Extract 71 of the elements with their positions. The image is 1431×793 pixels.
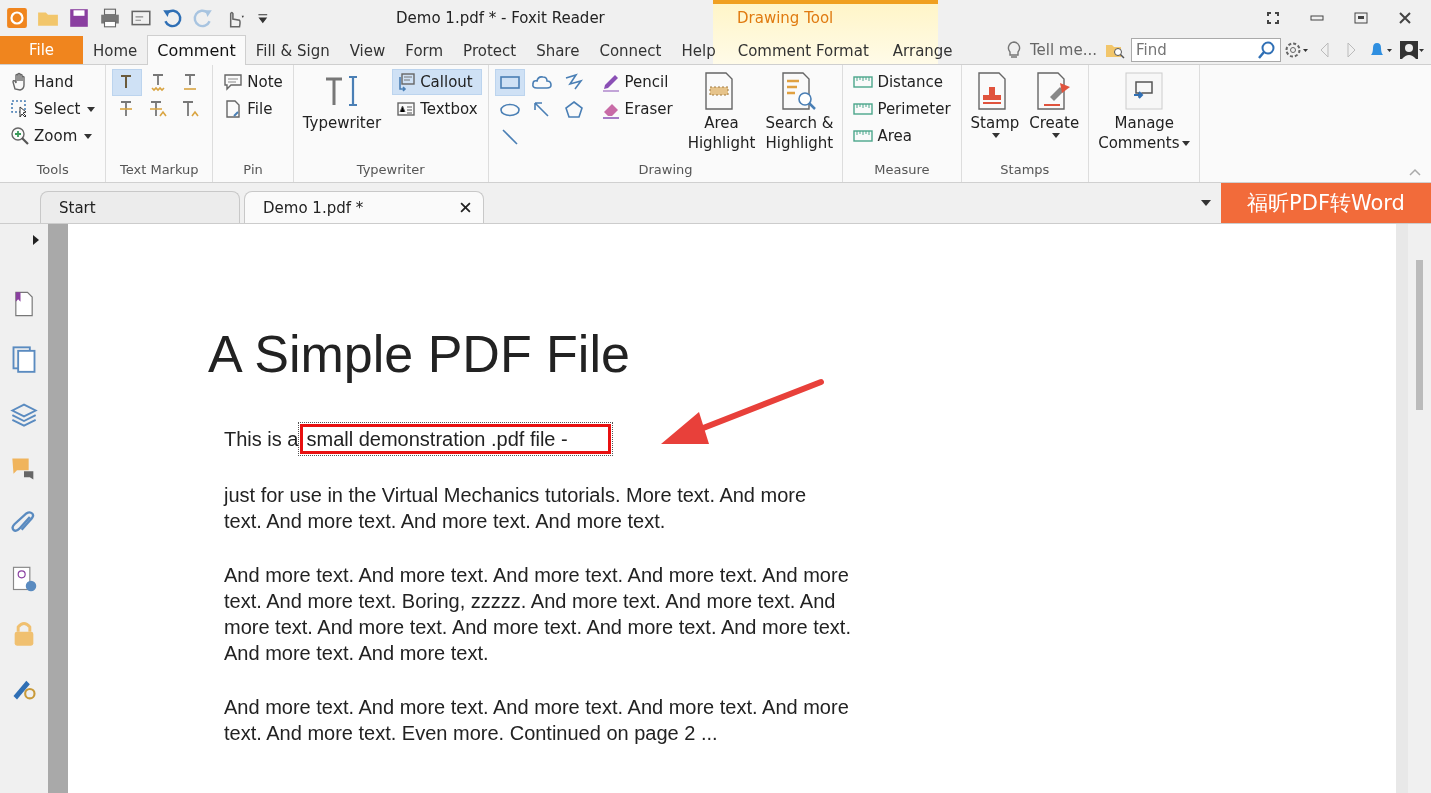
pencil-icon	[600, 72, 621, 92]
ribbon-tab[interactable]: Comment	[147, 35, 246, 65]
text-highlight-tool-button[interactable]	[112, 69, 143, 96]
tab-list-dropdown-icon[interactable]	[1201, 200, 1211, 206]
ribbon-tab[interactable]: Protect	[453, 36, 527, 64]
paragraph-text: This is a	[224, 427, 299, 451]
ribbon-tab[interactable]: Arrange	[880, 36, 965, 64]
ribbon-button[interactable]: Select	[6, 96, 100, 122]
ribbon-button[interactable]: Typewriter	[299, 69, 385, 162]
ribbon-button[interactable]: Area Highlight	[684, 69, 759, 162]
find-field[interactable]: Find	[1131, 38, 1281, 62]
ribbon-tab[interactable]: Help	[671, 36, 726, 64]
save-icon[interactable]	[68, 7, 90, 29]
ribbon-tab[interactable]: Fill & Sign	[245, 36, 340, 64]
ribbon-button[interactable]: Zoom	[6, 123, 100, 149]
ribbon-button[interactable]: Stamp	[967, 69, 1023, 162]
expand-panel-icon[interactable]	[32, 234, 40, 246]
ribbon-button[interactable]: Note	[219, 69, 287, 95]
signed-document-icon[interactable]	[10, 565, 38, 593]
ribbon-button[interactable]: Distance	[849, 69, 955, 95]
paragraph-text: And more text. And more text. And more text. And more text. And more text. And more text. Boring, zzzzz. And more text. And more text. And more text. And more text. And more text. And more text. And more text. And more text. And more text.	[224, 563, 852, 666]
group-label: Tools	[35, 162, 70, 179]
ribbon-tab[interactable]: View	[339, 36, 396, 64]
undo-icon[interactable]	[161, 7, 183, 29]
note-icon	[223, 72, 244, 92]
document-title: A Simple PDF File	[208, 324, 631, 384]
document-tab[interactable]: Demo 1.pdf *	[244, 191, 484, 223]
manage-comments-icon	[1124, 71, 1165, 111]
restore-icon[interactable]	[1353, 10, 1369, 26]
collapse-ribbon-icon[interactable]	[1409, 168, 1421, 176]
ribbon-tab[interactable]: Share	[526, 36, 590, 64]
group-label: Stamps	[999, 162, 1051, 179]
ribbon-tab[interactable]: Connect	[589, 36, 672, 64]
ribbon-button[interactable]: Hand	[6, 69, 100, 95]
group-label: Drawing	[637, 162, 694, 179]
ribbon-button[interactable]: Search & Highlight	[762, 69, 837, 162]
pages-icon[interactable]	[10, 345, 38, 373]
group-label: Text Markup	[119, 162, 200, 179]
ribbon-button[interactable]: Eraser	[596, 96, 677, 122]
rectangle-tool-button[interactable]	[494, 69, 525, 96]
user-avatar-icon[interactable]	[1399, 40, 1425, 60]
ribbon-tab[interactable]: Comment Format	[725, 36, 881, 64]
ribbon-button[interactable]: Textbox	[392, 96, 482, 122]
group-label: Measure	[873, 162, 931, 179]
textbox-icon	[396, 99, 417, 119]
paragraph-text: And more text. And more text. And more text. And more text. And more text. And more text. Even more. Continued on page 2 ...	[224, 695, 850, 746]
ribbon-button[interactable]: Manage Comments	[1095, 69, 1194, 162]
ribbon-button[interactable]: Perimeter	[849, 96, 955, 122]
ribbon-tab[interactable]: Form	[395, 36, 454, 64]
paragraph-text: just for use in the Virtual Mechanics tutorials. More text. And more text. And more text. And more text. And more text.	[224, 483, 808, 534]
pentagon-icon	[562, 99, 585, 121]
document-tab[interactable]: Start	[40, 191, 240, 223]
ribbon-button[interactable]: File	[219, 96, 287, 122]
tell-me-field[interactable]: Tell me...	[1029, 41, 1097, 59]
ribbon-button[interactable]: Callout	[392, 69, 482, 95]
ribbon-button[interactable]: Area	[849, 123, 955, 149]
group-label: Typewriter	[355, 162, 426, 179]
ribbon-tab[interactable]: Home	[83, 36, 148, 64]
callout-textbox[interactable]: small demonstration .pdf file -	[300, 424, 611, 454]
zoom-icon	[10, 126, 30, 146]
close-icon[interactable]	[1397, 10, 1413, 26]
close-tab-icon[interactable]	[460, 202, 471, 213]
group-label: Pin	[242, 162, 264, 179]
callout-icon	[396, 72, 417, 92]
ribbon-button[interactable]: Pencil	[596, 69, 677, 95]
fullscreen-icon[interactable]	[1265, 10, 1281, 26]
ribbon-button[interactable]: Create	[1026, 69, 1083, 162]
app-logo-icon[interactable]	[6, 7, 28, 29]
print-icon[interactable]	[99, 7, 121, 29]
settings-icon[interactable]	[1283, 40, 1309, 60]
window-title: Demo 1.pdf * - Foxit Reader	[396, 9, 605, 27]
